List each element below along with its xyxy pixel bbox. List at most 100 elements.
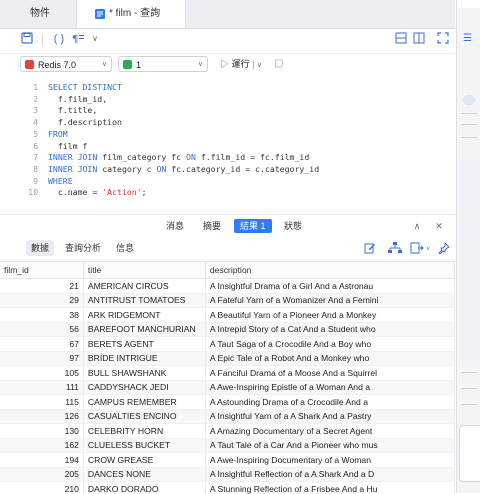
split-vertical-icon[interactable] [412, 32, 426, 46]
split-horizontal-icon[interactable] [394, 32, 408, 46]
table-row[interactable]: 38ARK RIDGEMONTA Beautiful Yarn of a Pio… [0, 308, 455, 323]
tree-icon[interactable] [388, 241, 402, 253]
cell-title[interactable]: DANCES NONE [83, 467, 205, 482]
cell-film-id[interactable]: 56 [0, 322, 83, 337]
table-row[interactable]: 21AMERICAN CIRCUSA Insightful Drama of a… [0, 279, 455, 294]
cell-description[interactable]: A Stunning Reflection of a Frisbee And a… [205, 482, 454, 494]
cell-title[interactable]: CADDYSHACK JEDI [83, 380, 205, 395]
code-line[interactable]: FROM [48, 129, 68, 139]
run-button[interactable]: ▷ 運行 | ∨ [220, 56, 262, 72]
table-row[interactable]: 130CELEBRITY HORNA Amazing Documentary o… [0, 424, 455, 439]
server-select[interactable]: Redis 7.0 ∨ [20, 56, 112, 72]
cell-title[interactable]: CASUALTIES ENCINO [83, 409, 205, 424]
cell-film-id[interactable]: 67 [0, 337, 83, 352]
cell-description[interactable]: A Insightful Drama of a Girl And a Astro… [205, 279, 454, 294]
cell-title[interactable]: BULL SHAWSHANK [83, 366, 205, 381]
cell-film-id[interactable]: 105 [0, 366, 83, 381]
cell-description[interactable]: A Taut Saga of a Crocodile And a Boy who [205, 337, 454, 352]
tab-query[interactable]: * film - 查詢 [76, 0, 186, 28]
code-line[interactable]: c.name = 'Action'; [48, 187, 147, 197]
cell-title[interactable]: CAMPUS REMEMBER [83, 395, 205, 410]
code-line[interactable]: WHERE [48, 176, 73, 186]
save-icon[interactable] [20, 32, 34, 46]
cell-description[interactable]: A Astounding Drama of a Crocodile And a [205, 395, 454, 410]
cell-description[interactable]: A Awe-Inspiring Epistle of a Woman And a [205, 380, 454, 395]
table-row[interactable]: 67BERETS AGENTA Taut Saga of a Crocodile… [0, 337, 455, 352]
code-line[interactable]: INNER JOIN film_category fc ON f.film_id… [48, 152, 309, 162]
table-row[interactable]: 115CAMPUS REMEMBERA Astounding Drama of … [0, 395, 455, 410]
cell-title[interactable]: AMERICAN CIRCUS [83, 279, 205, 294]
chevron-down-icon[interactable]: ∨ [257, 62, 262, 69]
cell-film-id[interactable]: 162 [0, 438, 83, 453]
cell-description[interactable]: A Insightful Reflection of a A Shark And… [205, 467, 454, 482]
cell-title[interactable]: BRIDE INTRIGUE [83, 351, 205, 366]
fullscreen-icon[interactable] [436, 32, 450, 46]
cell-film-id[interactable]: 38 [0, 308, 83, 323]
cell-title[interactable]: CLUELESS BUCKET [83, 438, 205, 453]
sql-editor[interactable]: 1SELECT DISTINCT2 f.film_id,3 f.title,4 … [0, 76, 455, 211]
table-row[interactable]: 56BAREFOOT MANCHURIANA Intrepid Story of… [0, 322, 455, 337]
cell-description[interactable]: A Epic Tale of a Robot And a Monkey who [205, 351, 454, 366]
table-row[interactable]: 97BRIDE INTRIGUEA Epic Tale of a Robot A… [0, 351, 455, 366]
cell-title[interactable]: ANTITRUST TOMATOES [83, 293, 205, 308]
cell-title[interactable]: CROW GREASE [83, 453, 205, 468]
export-icon[interactable] [410, 241, 424, 253]
tab-data[interactable]: 數據 [26, 240, 54, 256]
stop-icon[interactable]: ▢ [274, 57, 283, 71]
table-row[interactable]: 29ANTITRUST TOMATOESA Fateful Yarn of a … [0, 293, 455, 308]
edit-icon[interactable] [364, 241, 376, 253]
column-header-description[interactable]: description [205, 262, 454, 279]
result-grid[interactable]: film_id title description 21AMERICAN CIR… [0, 261, 455, 494]
cell-title[interactable]: DARKO DORADO [83, 482, 205, 494]
cell-film-id[interactable]: 111 [0, 380, 83, 395]
cell-film-id[interactable]: 205 [0, 467, 83, 482]
tab-objects[interactable]: 物件 [10, 0, 70, 28]
table-row[interactable]: 126CASUALTIES ENCINOA Insightful Yarn of… [0, 409, 455, 424]
code-line[interactable]: film f [48, 141, 87, 151]
menu-icon[interactable]: ☰ [463, 33, 472, 44]
cell-description[interactable]: A Intrepid Story of a Cat And a Student … [205, 322, 454, 337]
tab-messages[interactable]: 消息 [160, 219, 190, 233]
table-row[interactable]: 162CLUELESS BUCKETA Taut Tale of a Car A… [0, 438, 455, 453]
close-icon[interactable]: ✕ [432, 219, 446, 233]
cell-description[interactable]: A Insightful Yarn of a A Shark And a Pas… [205, 409, 454, 424]
cell-title[interactable]: ARK RIDGEMONT [83, 308, 205, 323]
tab-info[interactable]: 信息 [111, 240, 139, 256]
database-select[interactable]: 1 ∨ [118, 56, 208, 72]
table-row[interactable]: 111CADDYSHACK JEDIA Awe-Inspiring Epistl… [0, 380, 455, 395]
cell-description[interactable]: A Fanciful Drama of a Moose And a Squirr… [205, 366, 454, 381]
cell-film-id[interactable]: 126 [0, 409, 83, 424]
table-row[interactable]: 105BULL SHAWSHANKA Fanciful Drama of a M… [0, 366, 455, 381]
chevron-down-icon[interactable]: ∨ [426, 245, 430, 252]
cell-film-id[interactable]: 194 [0, 453, 83, 468]
format-icon[interactable]: ¶ [72, 32, 86, 46]
cell-title[interactable]: BAREFOOT MANCHURIAN [83, 322, 205, 337]
braces-icon[interactable]: ( ) [52, 32, 66, 46]
code-line[interactable]: f.description [48, 117, 122, 127]
code-line[interactable]: f.film_id, [48, 94, 107, 104]
table-row[interactable]: 210DARKO DORADOA Stunning Reflection of … [0, 482, 455, 494]
cell-description[interactable]: A Awe-Inspiring Documentary of a Woman [205, 453, 454, 468]
cell-film-id[interactable]: 29 [0, 293, 83, 308]
tab-summary[interactable]: 摘要 [197, 219, 227, 233]
code-line[interactable]: INNER JOIN category c ON fc.category_id … [48, 164, 319, 174]
pin-icon[interactable] [438, 241, 450, 253]
cell-film-id[interactable]: 115 [0, 395, 83, 410]
chat-input[interactable] [459, 425, 480, 482]
table-row[interactable]: 205DANCES NONEA Insightful Reflection of… [0, 467, 455, 482]
column-header-film-id[interactable]: film_id [0, 262, 83, 279]
cell-film-id[interactable]: 21 [0, 279, 83, 294]
cell-film-id[interactable]: 130 [0, 424, 83, 439]
table-row[interactable]: 194CROW GREASEA Awe-Inspiring Documentar… [0, 453, 455, 468]
tab-query-analysis[interactable]: 查詢分析 [60, 240, 106, 256]
code-line[interactable]: SELECT DISTINCT [48, 82, 122, 92]
tab-result-1[interactable]: 結果 1 [234, 219, 272, 233]
tab-status[interactable]: 狀態 [278, 219, 308, 233]
column-header-title[interactable]: title [83, 262, 205, 279]
cell-description[interactable]: A Fateful Yarn of a Womanizer And a Femi… [205, 293, 454, 308]
chevron-down-icon[interactable]: ∨ [88, 32, 102, 46]
cell-title[interactable]: CELEBRITY HORN [83, 424, 205, 439]
cell-film-id[interactable]: 97 [0, 351, 83, 366]
cell-film-id[interactable]: 210 [0, 482, 83, 494]
cell-description[interactable]: A Amazing Documentary of a Secret Agent [205, 424, 454, 439]
